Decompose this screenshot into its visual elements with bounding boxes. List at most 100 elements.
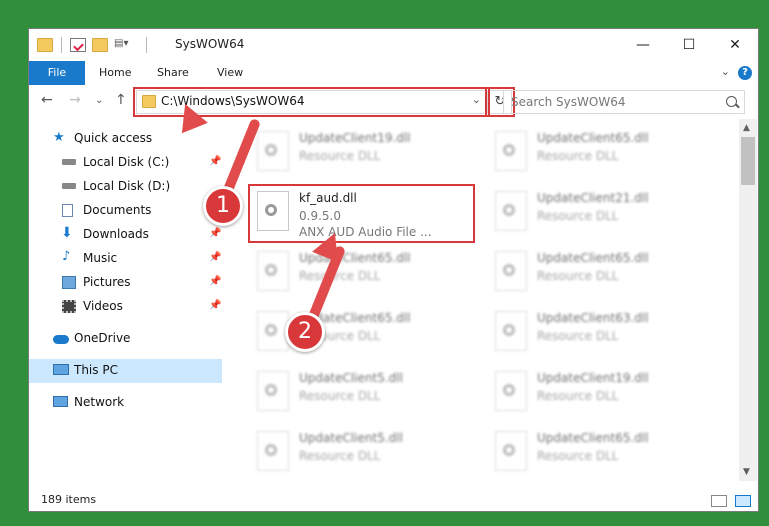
file-item[interactable]: UpdateClient19.dll Resource DLL xyxy=(247,125,477,181)
file-item[interactable]: UpdateClient65.dll Resource DLL xyxy=(485,125,715,181)
gear-file-icon xyxy=(495,191,527,231)
status-bar: 189 items xyxy=(29,487,758,511)
forward-arrow-icon[interactable]: → xyxy=(69,92,81,108)
pictures-icon xyxy=(62,276,76,289)
pin-icon[interactable]: 📌 xyxy=(209,300,221,311)
cloud-icon xyxy=(53,335,69,344)
help-icon[interactable]: ? xyxy=(738,66,752,80)
gear-file-icon xyxy=(257,371,289,411)
drive-icon xyxy=(62,183,76,189)
sidebar-item-label: Quick access xyxy=(74,131,153,145)
search-icon[interactable] xyxy=(726,96,737,107)
maximize-button[interactable]: ☐ xyxy=(666,29,712,61)
up-arrow-icon[interactable]: ↑ xyxy=(115,92,127,108)
file-name: UpdateClient63.dll xyxy=(537,311,649,325)
file-item[interactable]: UpdateClient65.dll Resource DLL xyxy=(247,305,477,361)
expand-ribbon-icon[interactable]: ⌄ xyxy=(721,65,730,78)
file-item[interactable]: UpdateClient5.dll Resource DLL xyxy=(247,425,477,481)
customize-toolbar-icon[interactable]: ▤▾ xyxy=(114,38,138,52)
recent-locations-icon[interactable]: ⌄ xyxy=(95,95,103,106)
star-icon: ★ xyxy=(53,130,65,145)
file-item[interactable]: UpdateClient21.dll Resource DLL xyxy=(485,185,715,241)
file-list: UpdateClient19.dll Resource DLL kf_aud.d… xyxy=(223,119,739,481)
sidebar-item-music[interactable]: ♪ Music 📌 xyxy=(29,247,222,271)
file-item[interactable]: UpdateClient65.dll Resource DLL xyxy=(247,245,477,301)
sidebar-item-label: Videos xyxy=(83,299,123,313)
sidebar-item-documents[interactable]: Documents xyxy=(29,199,222,223)
sidebar-item-this-pc[interactable]: This PC xyxy=(29,359,222,383)
tab-share[interactable]: Share xyxy=(147,61,199,85)
sidebar-item-local-disk-d[interactable]: Local Disk (D:) xyxy=(29,175,222,199)
gear-file-icon xyxy=(495,431,527,471)
file-name: UpdateClient65.dll xyxy=(537,131,649,145)
large-icons-view-icon[interactable] xyxy=(735,495,751,507)
computer-icon xyxy=(53,364,69,375)
file-item[interactable]: UpdateClient5.dll Resource DLL xyxy=(247,365,477,421)
sidebar-item-pictures[interactable]: Pictures 📌 xyxy=(29,271,222,295)
quick-access-toolbar: ▤▾ xyxy=(37,37,149,53)
sidebar-item-label: Network xyxy=(74,395,125,409)
documents-icon xyxy=(62,204,73,217)
music-icon: ♪ xyxy=(62,249,71,264)
toolbar-separator xyxy=(61,37,62,53)
gear-file-icon xyxy=(495,371,527,411)
sidebar-item-label: Downloads xyxy=(83,227,149,241)
gear-file-icon xyxy=(495,251,527,291)
file-name: UpdateClient65.dll xyxy=(537,251,649,265)
ribbon-tabs: File Home Share View ⌄ ? xyxy=(29,61,758,117)
tab-home[interactable]: Home xyxy=(89,61,141,85)
folder-icon xyxy=(37,38,53,52)
scroll-up-icon[interactable]: ▲ xyxy=(743,123,750,133)
sidebar-item-label: Documents xyxy=(83,203,152,217)
pin-icon[interactable]: 📌 xyxy=(209,276,221,287)
file-name: UpdateClient5.dll xyxy=(299,371,403,385)
new-folder-icon[interactable] xyxy=(92,38,108,52)
sidebar-item-label: Music xyxy=(83,251,118,265)
search-box[interactable]: Search SysWOW64 xyxy=(503,90,745,114)
pin-icon[interactable]: 📌 xyxy=(209,252,221,263)
scroll-down-icon[interactable]: ▼ xyxy=(743,467,750,477)
sidebar-item-quick-access[interactable]: ★ Quick access xyxy=(29,127,222,151)
sidebar-item-videos[interactable]: Videos 📌 xyxy=(29,295,222,319)
gear-file-icon xyxy=(257,431,289,471)
minimize-button[interactable]: — xyxy=(620,29,666,61)
file-highlight-box xyxy=(248,184,475,243)
videos-icon xyxy=(62,300,76,313)
scrollbar-thumb[interactable] xyxy=(741,137,755,185)
sidebar-item-network[interactable]: Network xyxy=(29,391,222,415)
drive-icon xyxy=(62,159,76,165)
item-count: 189 items xyxy=(41,493,97,506)
file-name: UpdateClient19.dll xyxy=(299,131,411,145)
toolbar-separator xyxy=(146,37,147,53)
properties-icon[interactable] xyxy=(70,38,86,52)
file-name: UpdateClient21.dll xyxy=(537,191,649,205)
search-placeholder: Search SysWOW64 xyxy=(511,95,626,109)
file-description: Resource DLL xyxy=(299,269,381,283)
step-badge-1: 1 xyxy=(203,186,243,226)
vertical-scrollbar[interactable]: ▲ ▼ xyxy=(739,119,757,481)
close-button[interactable]: ✕ xyxy=(712,29,758,61)
gear-file-icon xyxy=(495,311,527,351)
sidebar-item-local-disk-c[interactable]: Local Disk (C:) 📌 xyxy=(29,151,222,175)
file-item[interactable]: UpdateClient63.dll Resource DLL xyxy=(485,305,715,361)
file-name: UpdateClient65.dll xyxy=(537,431,649,445)
window-title: SysWOW64 xyxy=(175,37,245,51)
gear-file-icon xyxy=(257,251,289,291)
file-item[interactable]: UpdateClient65.dll Resource DLL xyxy=(485,245,715,301)
sidebar-item-downloads[interactable]: ⬇ Downloads 📌 xyxy=(29,223,222,247)
pin-icon[interactable]: 📌 xyxy=(209,156,221,167)
file-description: Resource DLL xyxy=(537,209,619,223)
navigation-bar: ← → ⌄ ↑ C:\Windows\SysWOW64 ⌄ ↻ Search S… xyxy=(29,85,758,119)
back-arrow-icon[interactable]: ← xyxy=(41,92,53,108)
details-view-icon[interactable] xyxy=(711,495,727,507)
file-description: Resource DLL xyxy=(299,389,381,403)
pin-icon[interactable]: 📌 xyxy=(209,228,221,239)
file-description: Resource DLL xyxy=(537,389,619,403)
sidebar-item-onedrive[interactable]: OneDrive xyxy=(29,327,222,351)
file-item[interactable]: UpdateClient65.dll Resource DLL xyxy=(485,425,715,481)
file-name: UpdateClient19.dll xyxy=(537,371,649,385)
tab-view[interactable]: View xyxy=(207,61,253,85)
sidebar-item-label: Pictures xyxy=(83,275,131,289)
file-item[interactable]: UpdateClient19.dll Resource DLL xyxy=(485,365,715,421)
file-name: UpdateClient5.dll xyxy=(299,431,403,445)
